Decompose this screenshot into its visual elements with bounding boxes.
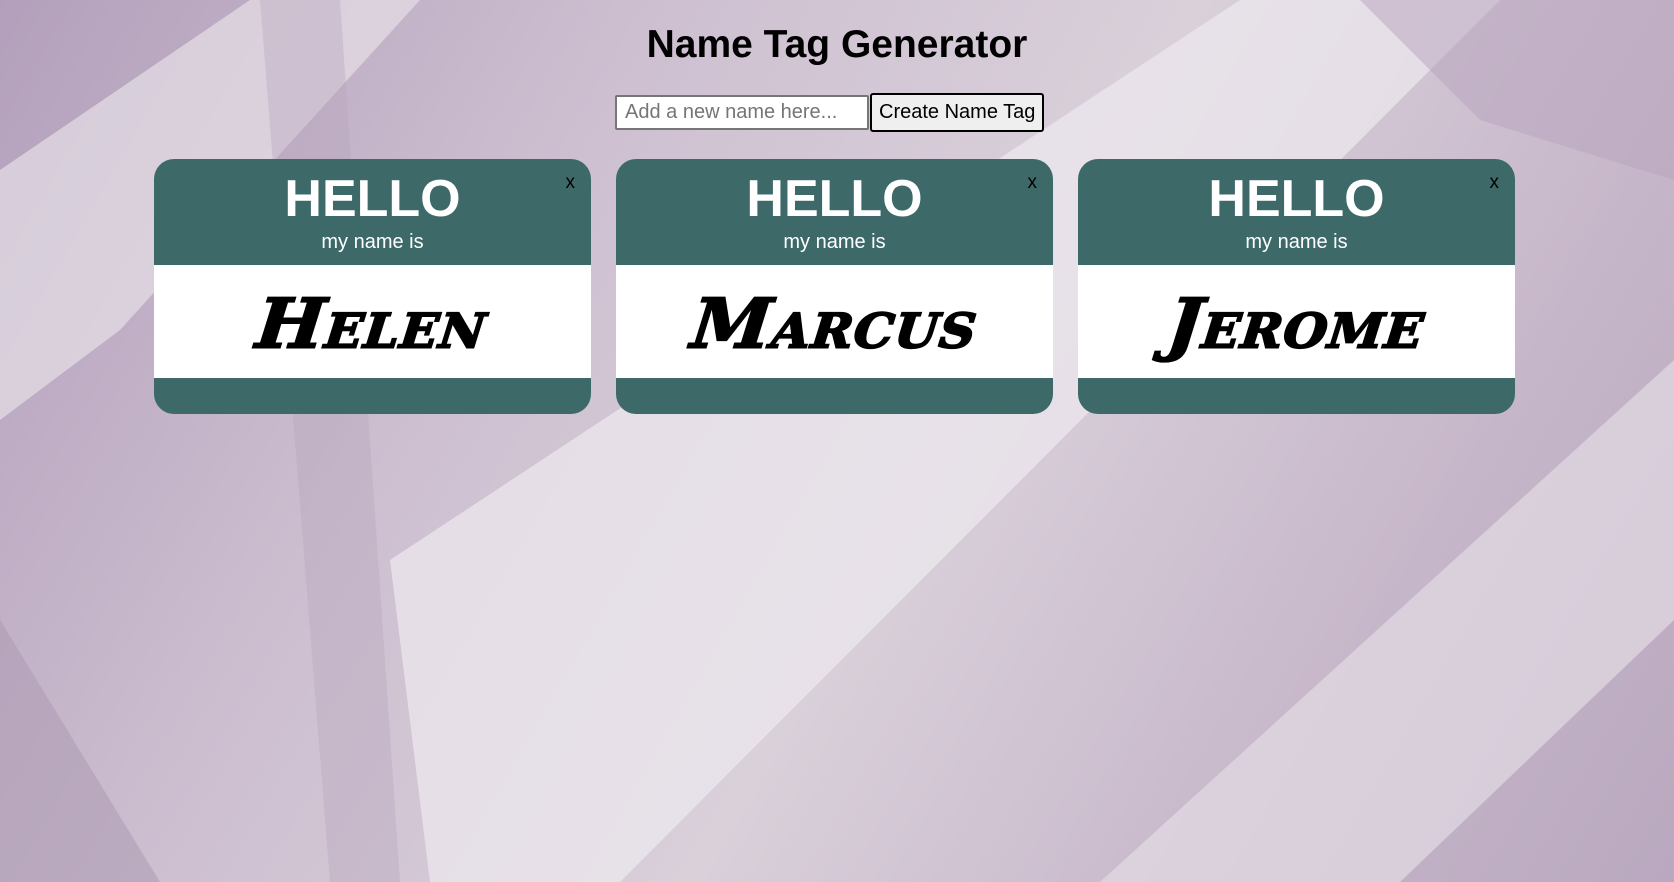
close-tag-button[interactable]: x: [1028, 172, 1038, 194]
name-tag: HELLO my name is x Jerome: [1078, 159, 1515, 414]
name-tag: HELLO my name is x Marcus: [616, 159, 1053, 414]
tag-name: Jerome: [1163, 282, 1430, 365]
tag-subtitle: my name is: [1245, 231, 1348, 253]
tag-name-area: Jerome: [1078, 265, 1515, 378]
tag-greeting: HELLO: [746, 170, 923, 228]
name-tag: HELLO my name is x Helen: [154, 159, 591, 414]
tag-greeting: HELLO: [284, 170, 461, 228]
tag-name: Marcus: [687, 282, 983, 365]
tag-greeting: HELLO: [1208, 170, 1385, 228]
tag-subtitle: my name is: [321, 231, 424, 253]
background-image: [0, 0, 1674, 882]
create-name-tag-button[interactable]: Create Name Tag: [870, 93, 1045, 132]
name-input[interactable]: [615, 95, 869, 130]
tag-subtitle: my name is: [783, 231, 886, 253]
name-form: Create Name Tag: [615, 93, 1045, 132]
page-title: Name Tag Generator: [646, 23, 1028, 66]
close-tag-button[interactable]: x: [566, 172, 576, 194]
tag-name: Helen: [252, 282, 493, 365]
tag-name-area: Marcus: [616, 265, 1053, 378]
tag-name-area: Helen: [154, 265, 591, 378]
name-tag-list: HELLO my name is x Helen HELLO my name i…: [154, 159, 1515, 414]
close-tag-button[interactable]: x: [1490, 172, 1500, 194]
